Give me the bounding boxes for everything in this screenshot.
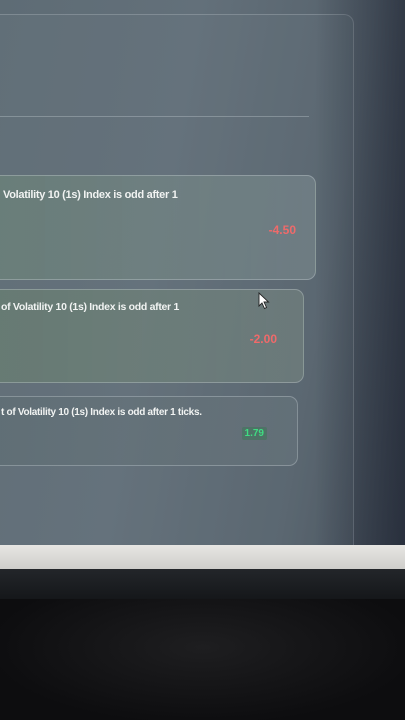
transaction-amount: -4.50	[268, 223, 296, 237]
desk-surface	[0, 599, 405, 720]
transaction-description: Volatility 10 (1s) Index is odd after 1	[3, 189, 178, 201]
transaction-description: t of Volatility 10 (1s) Index is odd aft…	[1, 407, 202, 418]
transaction-card[interactable]: Volatility 10 (1s) Index is odd after 1 …	[0, 175, 316, 280]
transaction-amount: 1.79	[241, 427, 267, 440]
monitor-screen: Volatility 10 (1s) Index is odd after 1 …	[0, 0, 405, 545]
transaction-card[interactable]: t of Volatility 10 (1s) Index is odd aft…	[0, 396, 298, 466]
transaction-description: of Volatility 10 (1s) Index is odd after…	[1, 301, 180, 313]
monitor-stand-shadow	[0, 569, 405, 599]
panel-divider	[0, 116, 309, 117]
mouse-pointer-icon	[258, 292, 270, 310]
monitor-bezel	[0, 545, 405, 569]
transaction-amount: -2.00	[249, 332, 277, 346]
